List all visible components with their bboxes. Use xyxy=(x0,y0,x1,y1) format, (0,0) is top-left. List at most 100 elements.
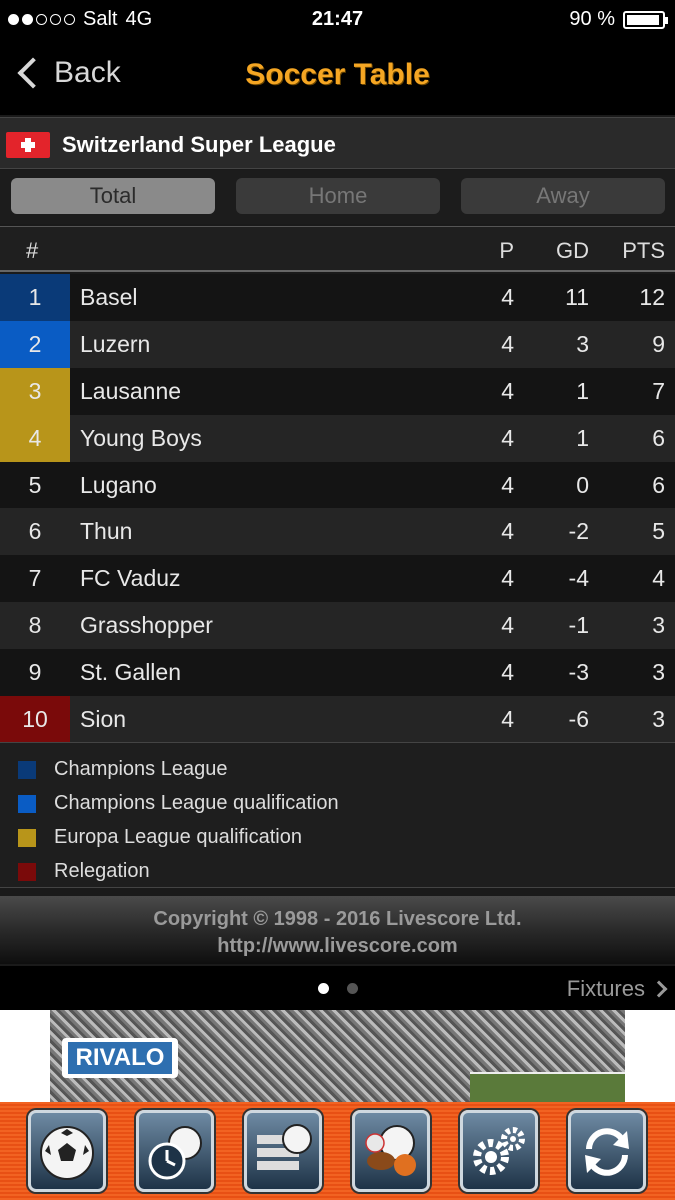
switzerland-flag-icon xyxy=(6,132,50,158)
goal-difference-cell: 3 xyxy=(576,330,589,357)
table-row[interactable]: 9 St. Gallen 4 -3 3 xyxy=(0,649,675,697)
position-cell: 6 xyxy=(28,518,42,545)
goal-difference-cell: -3 xyxy=(568,659,589,686)
played-cell: 4 xyxy=(501,518,514,545)
ad-image[interactable]: RIVALO xyxy=(50,1010,625,1102)
header-goal-difference: GD xyxy=(556,238,589,263)
legend-item: Champions League xyxy=(0,753,675,787)
points-cell: 7 xyxy=(652,377,665,404)
team-name: Luzern xyxy=(80,330,151,357)
table-row[interactable]: 5 Lugano 4 0 6 xyxy=(0,461,675,509)
team-name: Young Boys xyxy=(80,424,202,451)
position-cell: 9 xyxy=(28,659,42,686)
list-ball-icon xyxy=(257,1124,312,1170)
clock-ball-icon xyxy=(148,1126,202,1180)
page-dot[interactable] xyxy=(347,983,358,994)
points-cell: 3 xyxy=(652,706,665,733)
team-name: Lausanne xyxy=(80,377,182,404)
goal-difference-cell: -2 xyxy=(568,518,589,545)
played-cell: 4 xyxy=(501,377,514,404)
header-points: PTS xyxy=(622,238,665,263)
legend-item: Relegation xyxy=(0,855,675,889)
refresh-button[interactable] xyxy=(568,1110,646,1192)
page-title: Soccer Table xyxy=(245,58,430,91)
position-cell: 4 xyxy=(0,414,70,462)
header-position: # xyxy=(26,238,39,263)
goal-difference-cell: 0 xyxy=(576,471,589,498)
played-cell: 4 xyxy=(501,565,514,592)
league-header: Switzerland Super League xyxy=(0,117,675,169)
position-cell: 3 xyxy=(0,367,70,415)
team-name: Thun xyxy=(80,518,133,545)
played-cell: 4 xyxy=(501,330,514,357)
page-indicator-bar: Fixtures xyxy=(0,966,675,1010)
goal-difference-cell: 1 xyxy=(576,424,589,451)
legend-swatch xyxy=(18,761,36,779)
chevron-right-icon xyxy=(650,980,668,998)
header-played: P xyxy=(499,238,514,263)
table-row[interactable]: 10 Sion 4 -6 3 xyxy=(0,696,675,743)
table-type-tabs: Total Home Away xyxy=(0,170,675,224)
table-header: # P GD PTS xyxy=(0,226,675,272)
table-row[interactable]: 4 Young Boys 4 1 6 xyxy=(0,414,675,462)
legend-label: Champions League qualification xyxy=(54,792,339,814)
standings-table: 1 Basel 4 11 12 2 Luzern 4 3 9 3 Lausanne 4 1 7 4 Young … xyxy=(0,274,675,743)
battery-percent: 90 % xyxy=(569,8,615,30)
points-cell: 3 xyxy=(652,612,665,639)
legend-swatch xyxy=(18,795,36,813)
table-row[interactable]: 8 Grasshopper 4 -1 3 xyxy=(0,602,675,650)
position-cell: 5 xyxy=(28,471,42,498)
settings-gears-icon xyxy=(473,1127,525,1175)
status-bar: Salt 4G 21:47 90 % xyxy=(0,0,675,38)
league-name: Switzerland Super League xyxy=(62,132,336,157)
live-scores-button[interactable] xyxy=(136,1110,214,1192)
points-cell: 9 xyxy=(652,330,665,357)
fixtures-link[interactable]: Fixtures xyxy=(566,976,668,1002)
goal-difference-cell: 1 xyxy=(576,377,589,404)
team-name: Grasshopper xyxy=(80,612,213,639)
soccer-ball-button[interactable] xyxy=(28,1110,106,1192)
standings-button[interactable] xyxy=(244,1110,322,1192)
position-cell: 10 xyxy=(0,696,70,743)
fixtures-label: Fixtures xyxy=(566,976,645,1001)
settings-button[interactable] xyxy=(460,1110,538,1192)
goal-difference-cell: -4 xyxy=(568,565,589,592)
goal-difference-cell: -1 xyxy=(568,612,589,639)
ad-logo: RIVALO xyxy=(62,1038,178,1078)
tab-home[interactable]: Home xyxy=(236,178,440,214)
team-name: Sion xyxy=(80,706,127,733)
played-cell: 4 xyxy=(501,471,514,498)
ad-banner[interactable]: RIVALO xyxy=(0,1010,675,1102)
points-cell: 3 xyxy=(652,659,665,686)
table-row[interactable]: 7 FC Vaduz 4 -4 4 xyxy=(0,555,675,603)
table-row[interactable]: 6 Thun 4 -2 5 xyxy=(0,508,675,556)
played-cell: 4 xyxy=(501,706,514,733)
tab-total[interactable]: Total xyxy=(11,178,215,214)
table-row[interactable]: 2 Luzern 4 3 9 xyxy=(0,320,675,368)
bottom-toolbar xyxy=(0,1102,675,1200)
table-row[interactable]: 3 Lausanne 4 1 7 xyxy=(0,367,675,415)
multi-sports-icon xyxy=(365,1125,416,1176)
position-cell: 2 xyxy=(0,320,70,368)
legend: Champions League Champions League qualifi… xyxy=(0,742,675,888)
legend-label: Champions League xyxy=(54,758,228,780)
team-name: St. Gallen xyxy=(80,659,181,686)
team-name: Lugano xyxy=(80,471,157,498)
page-dot-active xyxy=(318,983,329,994)
sports-button[interactable] xyxy=(352,1110,430,1192)
tab-away[interactable]: Away xyxy=(461,178,665,214)
table-row[interactable]: 1 Basel 4 11 12 xyxy=(0,274,675,321)
battery-icon xyxy=(623,10,668,29)
position-cell: 7 xyxy=(28,565,42,592)
position-cell: 1 xyxy=(0,274,70,321)
copyright-footer: Copyright © 1998 - 2016 Livescore Ltd. h… xyxy=(0,896,675,964)
points-cell: 4 xyxy=(652,565,665,592)
played-cell: 4 xyxy=(501,659,514,686)
points-cell: 6 xyxy=(652,424,665,451)
points-cell: 6 xyxy=(652,471,665,498)
website-link[interactable]: http://www.livescore.com xyxy=(0,933,675,960)
legend-swatch xyxy=(18,829,36,847)
points-cell: 5 xyxy=(652,518,665,545)
soccer-ball-icon xyxy=(40,1126,94,1180)
points-cell: 12 xyxy=(639,284,665,310)
